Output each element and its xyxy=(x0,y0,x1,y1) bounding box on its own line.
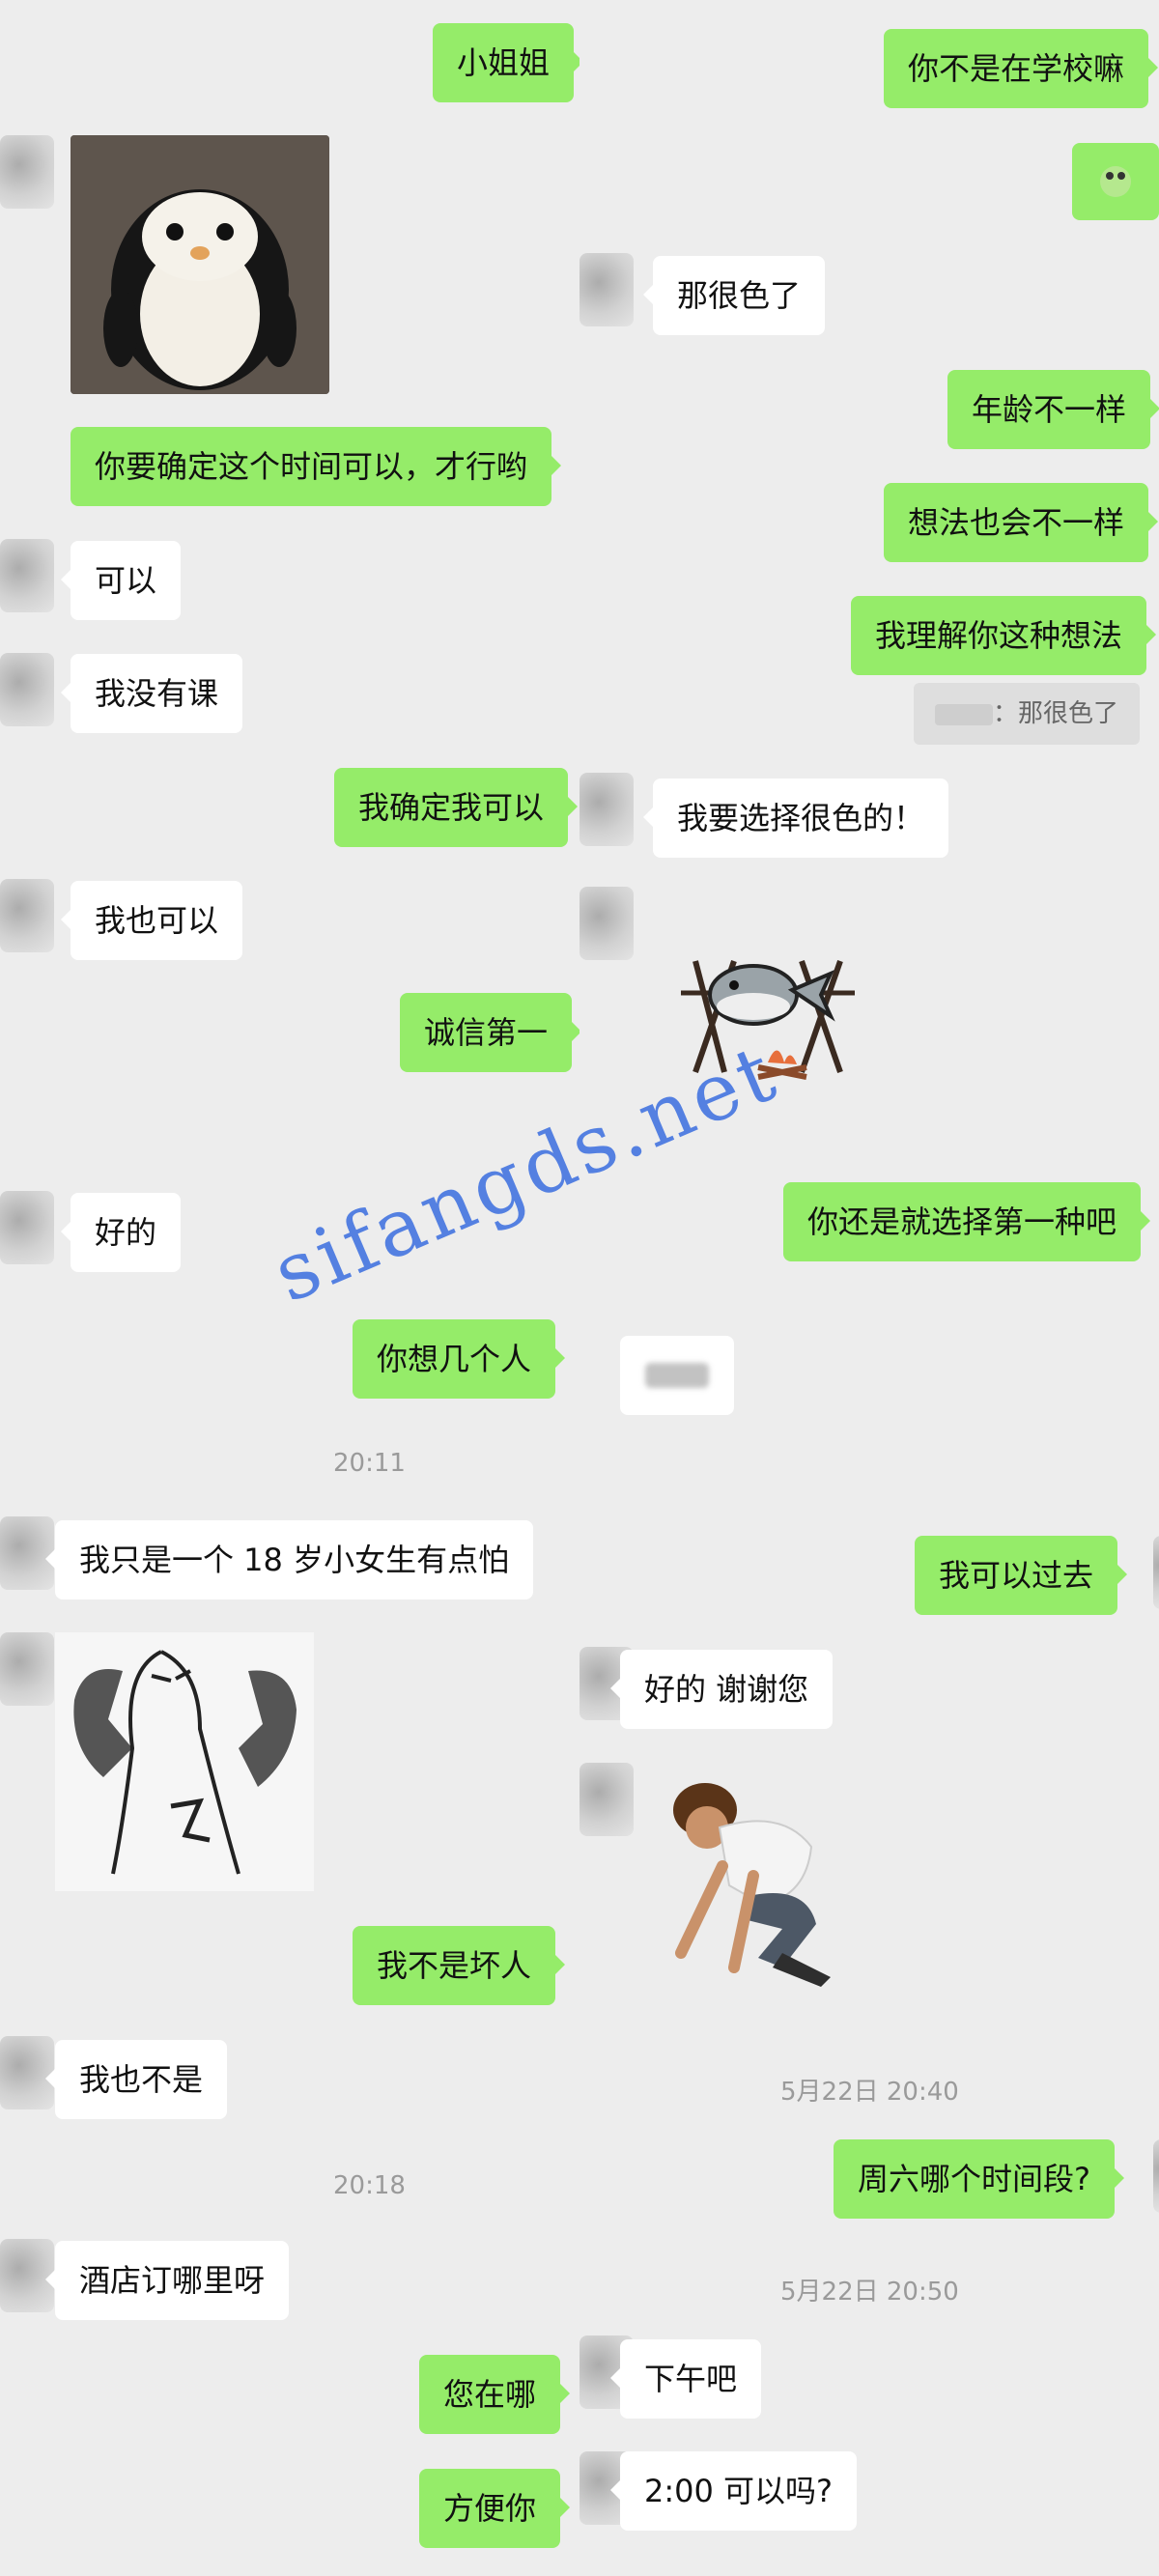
message-bubble-sent[interactable]: 方便你 xyxy=(419,2469,571,2548)
kneeling-man-sticker[interactable] xyxy=(637,1760,860,2001)
message-bubble-received[interactable]: 酒店订哪里呀 xyxy=(44,2241,290,2320)
message-bubble-sent[interactable]: 周六哪个时间段? xyxy=(834,2139,1124,2219)
avatar[interactable] xyxy=(580,773,634,846)
message-bubble-sent[interactable]: 我不是坏人 xyxy=(353,1926,566,2005)
message-bubble-received[interactable]: 我只是一个 18 岁小女生有点怕 xyxy=(44,1520,534,1599)
message-bubble-received[interactable]: 我没有课 xyxy=(60,654,243,733)
message-bubble-sent[interactable]: 想法也会不一样 xyxy=(884,483,1159,562)
avatar[interactable] xyxy=(1153,2139,1159,2213)
frog-emoji-icon xyxy=(1100,166,1131,197)
blurred-message[interactable] xyxy=(620,1336,734,1415)
timestamp: 5月22日 20:40 xyxy=(780,2078,959,2107)
avatar[interactable] xyxy=(0,1191,54,1264)
avatar[interactable] xyxy=(580,253,634,326)
kneeling-man-icon xyxy=(673,1783,831,1987)
message-bubble-sent[interactable]: 诚信第一 xyxy=(400,993,580,1072)
timestamp: 20:11 xyxy=(333,1449,406,1478)
timestamp: 5月22日 20:50 xyxy=(780,2278,959,2307)
message-bubble-sent[interactable]: 小姐姐 xyxy=(433,23,580,102)
avatar[interactable] xyxy=(0,653,54,726)
penguin-sticker[interactable] xyxy=(71,135,329,394)
blurred-content xyxy=(645,1363,709,1388)
penguin-icon xyxy=(71,135,329,394)
avatar[interactable] xyxy=(0,1632,54,1706)
quoted-text: ：那很色了 xyxy=(993,699,1119,728)
avatar[interactable] xyxy=(0,539,54,612)
emoji-bubble[interactable] xyxy=(1072,143,1159,220)
message-bubble-sent[interactable]: 我确定我可以 xyxy=(334,768,579,847)
message-bubble-received[interactable]: 我也不是 xyxy=(44,2040,228,2119)
message-bubble-sent[interactable]: 我可以过去 xyxy=(915,1536,1128,1615)
broken-heart-sticker[interactable] xyxy=(55,1632,314,1891)
message-bubble-sent[interactable]: 您在哪 xyxy=(419,2355,571,2434)
avatar[interactable] xyxy=(1153,1536,1159,1609)
quoted-message[interactable]: ：那很色了 xyxy=(914,683,1141,745)
message-bubble-received[interactable]: 好的 xyxy=(60,1193,182,1272)
message-bubble-sent[interactable]: 你要确定这个时间可以，才行哟 xyxy=(71,427,562,506)
avatar[interactable] xyxy=(0,879,54,952)
avatar[interactable] xyxy=(580,887,634,960)
avatar[interactable] xyxy=(0,135,54,209)
message-bubble-received[interactable]: 那很色了 xyxy=(642,256,826,335)
message-bubble-received[interactable]: 2:00 可以吗? xyxy=(609,2451,858,2531)
timestamp: 20:18 xyxy=(333,2171,406,2200)
message-bubble-sent[interactable]: 你还是就选择第一种吧 xyxy=(783,1182,1151,1261)
broken-heart-icon xyxy=(55,1632,314,1891)
message-bubble-received[interactable]: 好的 谢谢您 xyxy=(609,1650,834,1729)
message-bubble-received[interactable]: 我也可以 xyxy=(60,881,243,960)
message-bubble-received[interactable]: 下午吧 xyxy=(609,2339,762,2419)
message-bubble-sent[interactable]: 年龄不一样 xyxy=(947,370,1159,449)
message-bubble-received[interactable]: 我要选择很色的！ xyxy=(642,778,949,858)
message-bubble-sent[interactable]: 你不是在学校嘛 xyxy=(884,29,1159,108)
message-bubble-sent[interactable]: 你想几个人 xyxy=(353,1319,566,1399)
avatar[interactable] xyxy=(580,1763,634,1836)
right-chat-column: 你不是在学校嘛 那很色了 年龄不一样 想法也会不一样 我理解你这种想法 ：那很色… xyxy=(580,0,1159,2576)
blurred-name xyxy=(935,703,993,725)
message-bubble-received[interactable]: 可以 xyxy=(60,541,182,620)
message-bubble-sent[interactable]: 我理解你这种想法 xyxy=(851,596,1157,675)
